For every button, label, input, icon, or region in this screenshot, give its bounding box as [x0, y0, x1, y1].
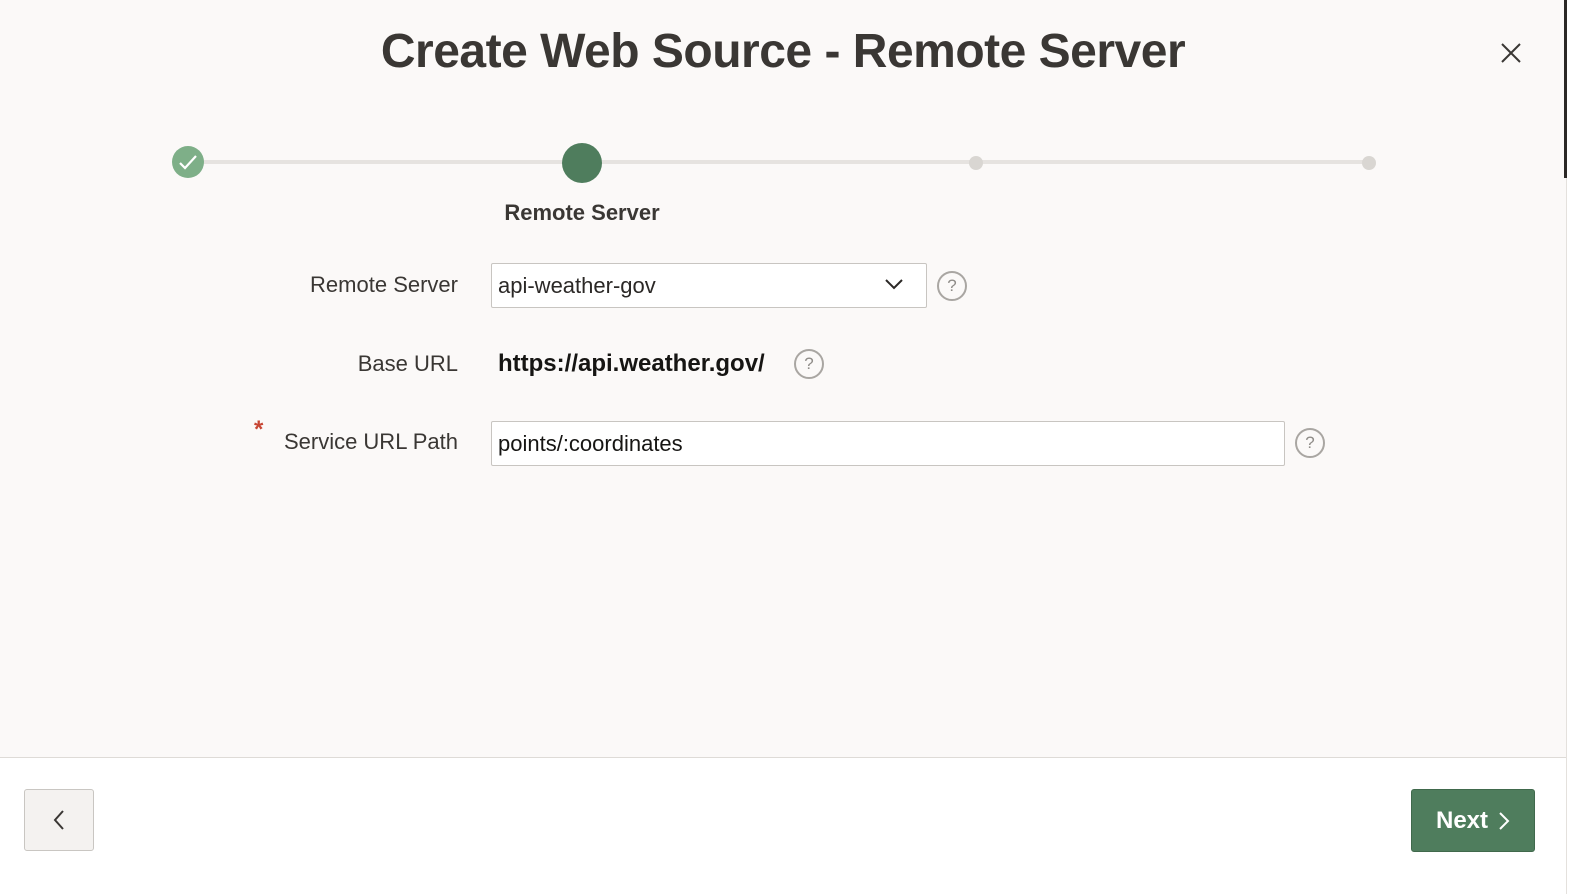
remote-server-label: Remote Server — [310, 272, 458, 297]
progress-step-complete — [172, 146, 204, 178]
progress-track — [189, 160, 1371, 164]
create-web-source-dialog: Create Web Source - Remote Server Remote… — [0, 0, 1594, 894]
base-url-help-icon[interactable]: ? — [794, 349, 824, 379]
remote-server-select[interactable]: api-weather-gov — [491, 263, 927, 308]
scrollbar-thumb[interactable] — [1564, 0, 1567, 178]
progress-step-upcoming — [969, 156, 983, 170]
previous-button[interactable] — [24, 789, 94, 851]
base-url-value: https://api.weather.gov/ — [498, 350, 765, 377]
chevron-down-icon — [885, 279, 903, 290]
chevron-right-icon — [1499, 811, 1510, 830]
remote-server-value: api-weather-gov — [498, 272, 656, 298]
progress-step-upcoming — [1362, 156, 1376, 170]
dialog-body: Create Web Source - Remote Server Remote… — [0, 0, 1566, 757]
chevron-left-icon — [53, 810, 64, 830]
service-url-path-input[interactable] — [491, 421, 1285, 466]
wizard-progress: Remote Server — [0, 0, 1566, 240]
base-url-label: Base URL — [357, 351, 458, 376]
current-step-label: Remote Server — [504, 200, 660, 225]
service-url-path-label: Service URL Path — [283, 429, 458, 454]
scrollbar-track[interactable] — [1566, 0, 1594, 894]
next-button-label: Next — [1435, 806, 1489, 834]
service-url-path-help-icon[interactable]: ? — [1295, 428, 1325, 458]
progress-step-current — [562, 143, 602, 183]
check-icon — [179, 155, 197, 170]
remote-server-help-icon[interactable]: ? — [937, 271, 967, 301]
dialog-footer: Next — [0, 757, 1566, 894]
next-button[interactable]: Next — [1411, 789, 1535, 852]
